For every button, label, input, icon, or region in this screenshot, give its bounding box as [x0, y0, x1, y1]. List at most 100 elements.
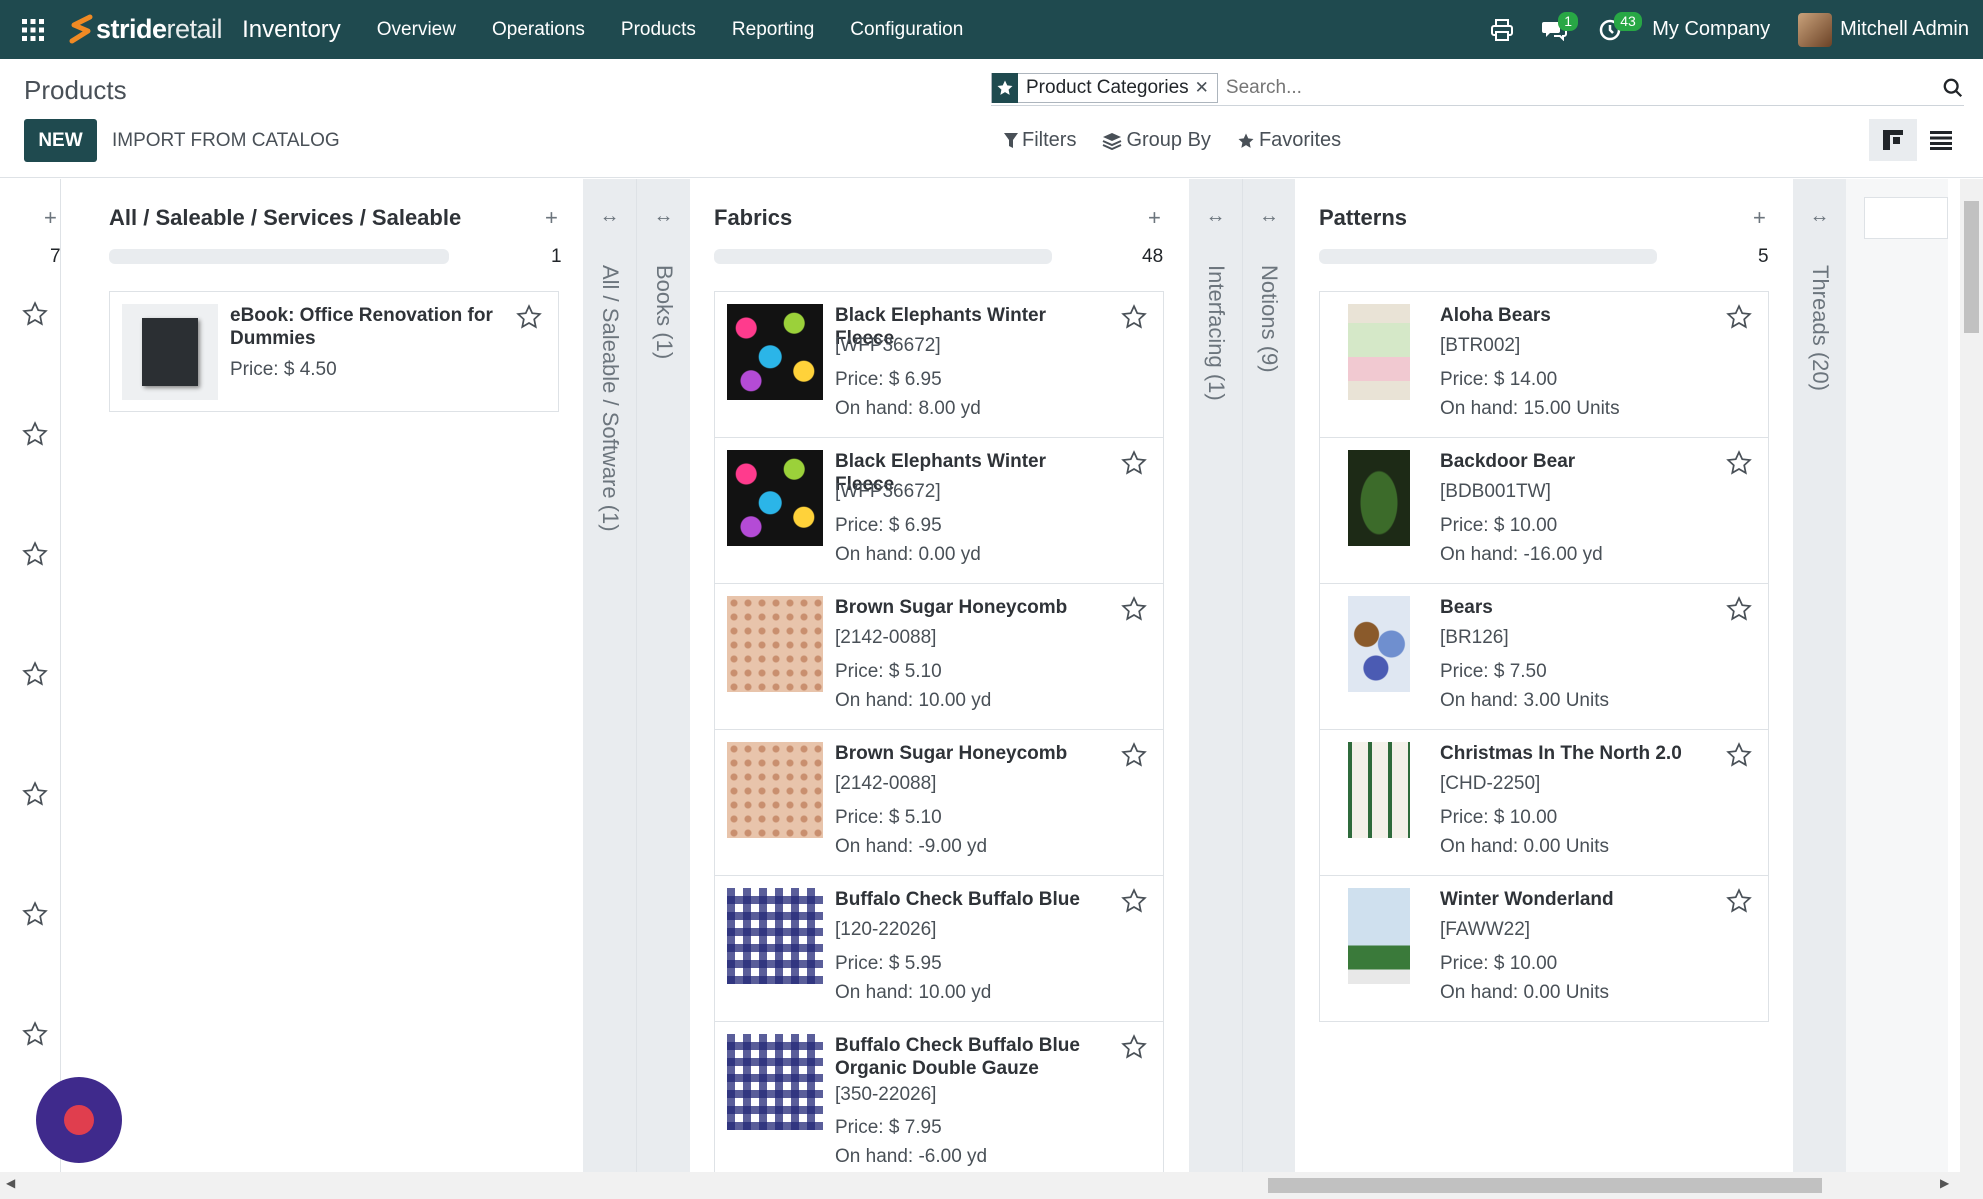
product-card[interactable]: Christmas In The North 2.0 [CHD-2250] Pr…: [1319, 729, 1769, 876]
product-card[interactable]: Black Elephants Winter Fleece [WFP36672]…: [714, 437, 1164, 584]
product-image: [1348, 304, 1410, 400]
star-outline-icon[interactable]: [1726, 450, 1752, 476]
quick-create-icon[interactable]: +: [1753, 205, 1766, 231]
add-column-placeholder[interactable]: [1864, 197, 1948, 239]
star-outline-icon[interactable]: [516, 304, 542, 330]
kanban-board: + 7 All / Saleable / Services / Saleable…: [0, 179, 1948, 1172]
folded-column-notions[interactable]: ↔ Notions (9): [1242, 179, 1295, 1172]
messages-icon[interactable]: 1: [1532, 0, 1579, 59]
star-outline-icon[interactable]: [22, 541, 48, 567]
star-outline-icon[interactable]: [1121, 304, 1147, 330]
star-outline-icon[interactable]: [1121, 1034, 1147, 1060]
column-progressbar[interactable]: [714, 249, 1052, 264]
quick-create-icon[interactable]: +: [44, 205, 57, 231]
product-card[interactable]: Bears [BR126] Price: $ 7.50 On hand: 3.0…: [1319, 583, 1769, 730]
group-by-toggle[interactable]: Group By: [1102, 129, 1211, 152]
user-name: Mitchell Admin: [1840, 18, 1969, 40]
product-name: Aloha Bears: [1440, 305, 1551, 326]
unfold-arrows-icon[interactable]: ↔: [1793, 205, 1846, 228]
star-outline-icon[interactable]: [1726, 888, 1752, 914]
product-card[interactable]: Black Elephants Winter Fleece [WFP36672]…: [714, 291, 1164, 438]
folded-column-software[interactable]: ↔ All / Saleable / Software (1): [583, 179, 636, 1172]
product-image: [727, 742, 823, 838]
product-card[interactable]: Brown Sugar Honeycomb [2142-0088] Price:…: [714, 583, 1164, 730]
brand-name: strideretail: [96, 14, 223, 44]
record-fab-button[interactable]: [36, 1077, 122, 1163]
column-title[interactable]: Fabrics: [714, 205, 792, 231]
star-outline-icon[interactable]: [22, 421, 48, 447]
kanban-column-services: All / Saleable / Services / Saleable + 1…: [61, 179, 583, 1172]
column-title[interactable]: All / Saleable / Services / Saleable: [109, 205, 461, 231]
menu-configuration[interactable]: Configuration: [832, 0, 981, 59]
star-outline-icon[interactable]: [1121, 450, 1147, 476]
star-outline-icon[interactable]: [22, 661, 48, 687]
folded-column-threads[interactable]: ↔ Threads (20): [1793, 179, 1846, 1172]
brand-logo[interactable]: strideretail: [66, 0, 223, 59]
quick-create-icon[interactable]: +: [1148, 205, 1161, 231]
star-outline-icon[interactable]: [1726, 596, 1752, 622]
list-view-button[interactable]: [1917, 119, 1965, 161]
folded-column-interfacing[interactable]: ↔ Interfacing (1): [1189, 179, 1242, 1172]
star-outline-icon[interactable]: [22, 901, 48, 927]
product-card[interactable]: eBook: Office Renovation for Dummies Pri…: [109, 291, 559, 412]
new-button[interactable]: NEW: [24, 119, 97, 162]
product-card[interactable]: Winter Wonderland [FAWW22] Price: $ 10.0…: [1319, 875, 1769, 1022]
filters-toggle[interactable]: Filters: [1004, 129, 1076, 152]
product-image: [1348, 450, 1410, 546]
star-outline-icon[interactable]: [22, 301, 48, 327]
product-name: eBook: Office Renovation for Dummies: [230, 305, 493, 349]
import-from-catalog-button[interactable]: IMPORT FROM CATALOG: [112, 119, 340, 162]
star-outline-icon[interactable]: [22, 1021, 48, 1047]
kanban-icon: [1883, 130, 1903, 150]
star-outline-icon[interactable]: [1121, 742, 1147, 768]
app-name[interactable]: Inventory: [242, 16, 341, 44]
scrollbar-thumb[interactable]: [1964, 201, 1979, 333]
star-outline-icon[interactable]: [1121, 888, 1147, 914]
facet-remove-icon[interactable]: ✕: [1195, 78, 1217, 98]
product-card[interactable]: Buffalo Check Buffalo Blue [120-22026] P…: [714, 875, 1164, 1022]
column-title[interactable]: Patterns: [1319, 205, 1407, 231]
product-name: Brown Sugar Honeycomb: [835, 597, 1068, 618]
product-card[interactable]: Aloha Bears [BTR002] Price: $ 14.00 On h…: [1319, 291, 1769, 438]
unfold-arrows-icon[interactable]: ↔: [583, 205, 636, 228]
favorites-toggle[interactable]: Favorites: [1237, 129, 1341, 152]
column-progressbar[interactable]: [1319, 249, 1657, 264]
product-on-hand: On hand: -9.00 yd: [835, 836, 988, 857]
menu-operations[interactable]: Operations: [474, 0, 603, 59]
scroll-right-icon[interactable]: ▶: [1940, 1176, 1949, 1190]
star-outline-icon[interactable]: [1121, 596, 1147, 622]
menu-reporting[interactable]: Reporting: [714, 0, 832, 59]
list-icon: [1930, 131, 1952, 150]
star-outline-icon[interactable]: [1726, 304, 1752, 330]
menu-overview[interactable]: Overview: [359, 0, 474, 59]
product-card[interactable]: Brown Sugar Honeycomb [2142-0088] Price:…: [714, 729, 1164, 876]
column-count: 7: [50, 246, 61, 267]
activities-icon[interactable]: 43: [1588, 0, 1642, 59]
quick-create-icon[interactable]: +: [545, 205, 558, 231]
star-outline-icon[interactable]: [1726, 742, 1752, 768]
scrollbar-thumb[interactable]: [1268, 1178, 1822, 1193]
scroll-left-icon[interactable]: ◀: [6, 1176, 15, 1190]
folded-column-books[interactable]: ↔ Books (1): [636, 179, 690, 1172]
vertical-scrollbar[interactable]: [1960, 179, 1983, 1172]
unfold-arrows-icon[interactable]: ↔: [637, 205, 690, 228]
kanban-view-button[interactable]: [1869, 119, 1917, 161]
apps-menu-icon[interactable]: [0, 0, 66, 59]
unfold-arrows-icon[interactable]: ↔: [1189, 205, 1242, 228]
product-reference: [120-22026]: [835, 919, 937, 940]
product-reference: [BTR002]: [1440, 335, 1521, 356]
user-menu[interactable]: Mitchell Admin: [1798, 12, 1969, 47]
search-icon[interactable]: [1928, 77, 1964, 99]
horizontal-scrollbar[interactable]: ◀ ▶: [0, 1172, 1983, 1199]
star-outline-icon[interactable]: [22, 781, 48, 807]
menu-products[interactable]: Products: [603, 0, 714, 59]
column-progressbar[interactable]: [109, 249, 449, 264]
top-navbar: strideretail Inventory Overview Operatio…: [0, 0, 1983, 59]
print-icon[interactable]: [1480, 0, 1524, 59]
product-card[interactable]: Buffalo Check Buffalo Blue Organic Doubl…: [714, 1021, 1164, 1172]
unfold-arrows-icon[interactable]: ↔: [1243, 205, 1295, 228]
product-card[interactable]: Backdoor Bear [BDB001TW] Price: $ 10.00 …: [1319, 437, 1769, 584]
search-input[interactable]: [1225, 76, 1928, 99]
company-switcher[interactable]: My Company: [1652, 18, 1770, 41]
product-on-hand: On hand: 15.00 Units: [1440, 398, 1620, 419]
